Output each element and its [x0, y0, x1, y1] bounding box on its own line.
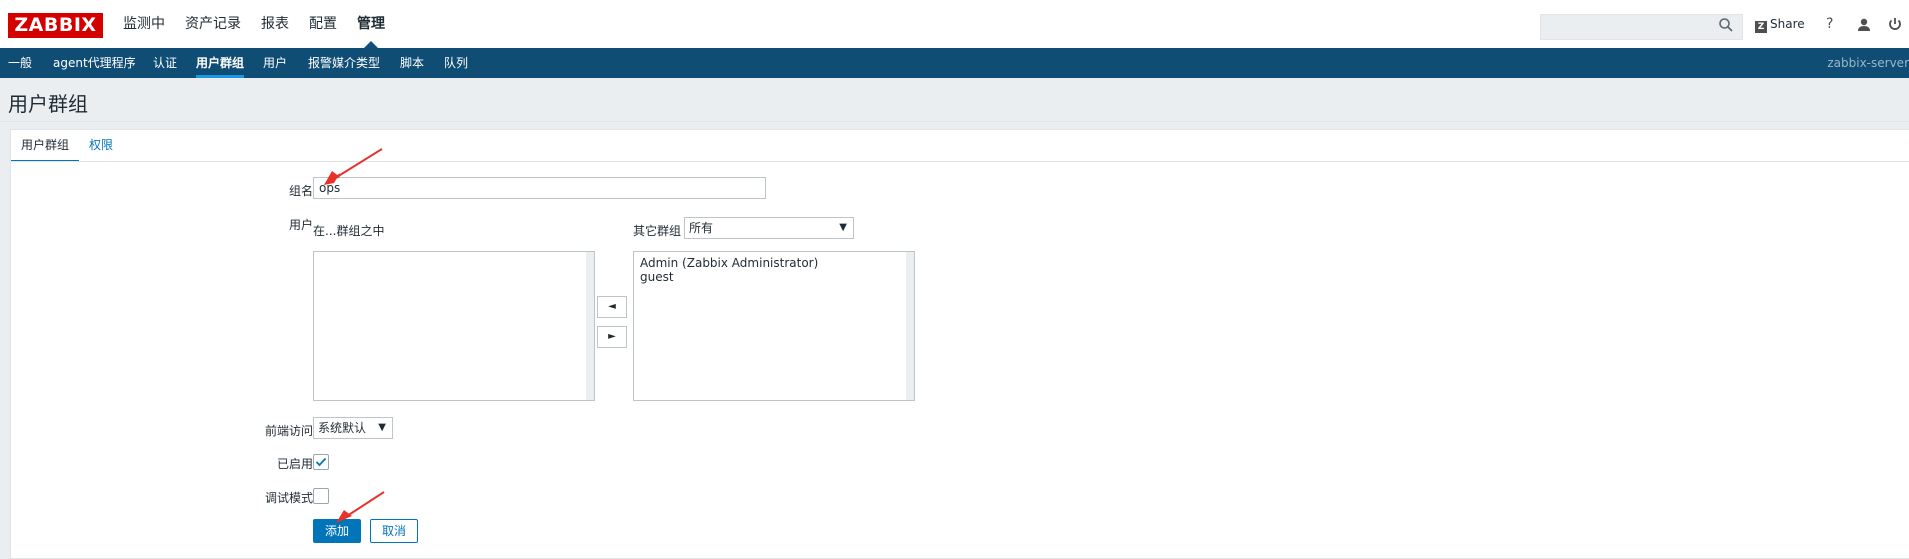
server-name: zabbix-server: [1827, 56, 1909, 70]
move-right-button[interactable]: ►: [597, 326, 627, 348]
annotation-arrow: [324, 148, 383, 185]
header-divider: [0, 121, 1909, 122]
zabbix-logo[interactable]: ZABBIX: [8, 13, 103, 38]
debug-mode-checkbox[interactable]: [313, 488, 329, 504]
help-icon[interactable]: ?: [1826, 16, 1833, 32]
other-groups-label: 其它群组: [633, 224, 682, 238]
search-input[interactable]: [1540, 14, 1743, 40]
form-container: 用户群组 权限 组名 ops 用户 在...群组之中 其它群组 所有 ▼ ◄ ►…: [10, 129, 1909, 559]
subnav-general[interactable]: 一般: [8, 48, 32, 78]
share-label: Share: [1770, 17, 1805, 31]
main-menu: 监测中 资产记录 报表 配置 管理: [113, 0, 395, 48]
other-groups-select-value: 所有: [689, 221, 714, 235]
menu-configuration[interactable]: 配置: [299, 0, 347, 48]
chevron-down-icon: ▼: [378, 422, 386, 433]
share-button[interactable]: Z Share: [1755, 17, 1805, 33]
tab-user-group[interactable]: 用户群组: [11, 130, 80, 162]
in-groups-label: 在...群组之中: [313, 224, 385, 238]
move-left-button[interactable]: ◄: [597, 296, 627, 318]
subnav-authentication[interactable]: 认证: [153, 48, 177, 78]
in-groups-listbox[interactable]: [313, 251, 595, 401]
subnav-user-groups[interactable]: 用户群组: [196, 48, 245, 78]
subnav-media-types[interactable]: 报警媒介类型: [308, 48, 380, 78]
subnav-users[interactable]: 用户: [263, 48, 287, 78]
group-name-label: 组名: [288, 184, 313, 198]
tab-permissions[interactable]: 权限: [79, 130, 123, 161]
enabled-checkbox[interactable]: [313, 454, 329, 470]
share-icon: Z: [1755, 21, 1767, 33]
annotation-arrow: [336, 491, 385, 523]
sub-nav: 一般 agent代理程序 认证 用户群组 用户 报警媒介类型 脚本 队列 zab…: [0, 48, 1909, 78]
subnav-queue[interactable]: 队列: [444, 48, 468, 78]
top-bar: ZABBIX 监测中 资产记录 报表 配置 管理 Z Share ?: [0, 0, 1909, 49]
search-icon[interactable]: [1717, 16, 1735, 34]
frontend-access-select[interactable]: 系统默认 ▼: [313, 417, 393, 439]
subnav-scripts[interactable]: 脚本: [400, 48, 424, 78]
user-icon[interactable]: [1856, 17, 1872, 33]
other-groups-listbox[interactable]: Admin (Zabbix Administrator) guest: [633, 251, 915, 401]
tabs-divider: [11, 161, 1909, 162]
frontend-access-value: 系统默认: [318, 421, 367, 435]
menu-inventory[interactable]: 资产记录: [175, 0, 251, 48]
menu-monitoring[interactable]: 监测中: [113, 0, 175, 48]
menu-reports[interactable]: 报表: [251, 0, 299, 48]
menu-administration[interactable]: 管理: [347, 0, 395, 48]
listbox-scrollbar[interactable]: [906, 252, 914, 400]
frontend-access-label: 前端访问: [264, 424, 313, 438]
debug-mode-label: 调试模式: [264, 491, 313, 505]
enabled-label: 已启用: [276, 457, 313, 471]
list-item[interactable]: Admin (Zabbix Administrator): [634, 256, 914, 270]
subnav-proxies[interactable]: agent代理程序: [53, 48, 136, 78]
list-item[interactable]: guest: [634, 270, 914, 284]
page-title: 用户群组: [8, 92, 88, 116]
power-icon[interactable]: [1887, 16, 1903, 32]
other-groups-select[interactable]: 所有 ▼: [684, 217, 854, 239]
chevron-down-icon: ▼: [839, 222, 847, 233]
listbox-scrollbar[interactable]: [586, 252, 594, 400]
users-label: 用户: [288, 218, 313, 232]
check-icon: [315, 457, 327, 467]
